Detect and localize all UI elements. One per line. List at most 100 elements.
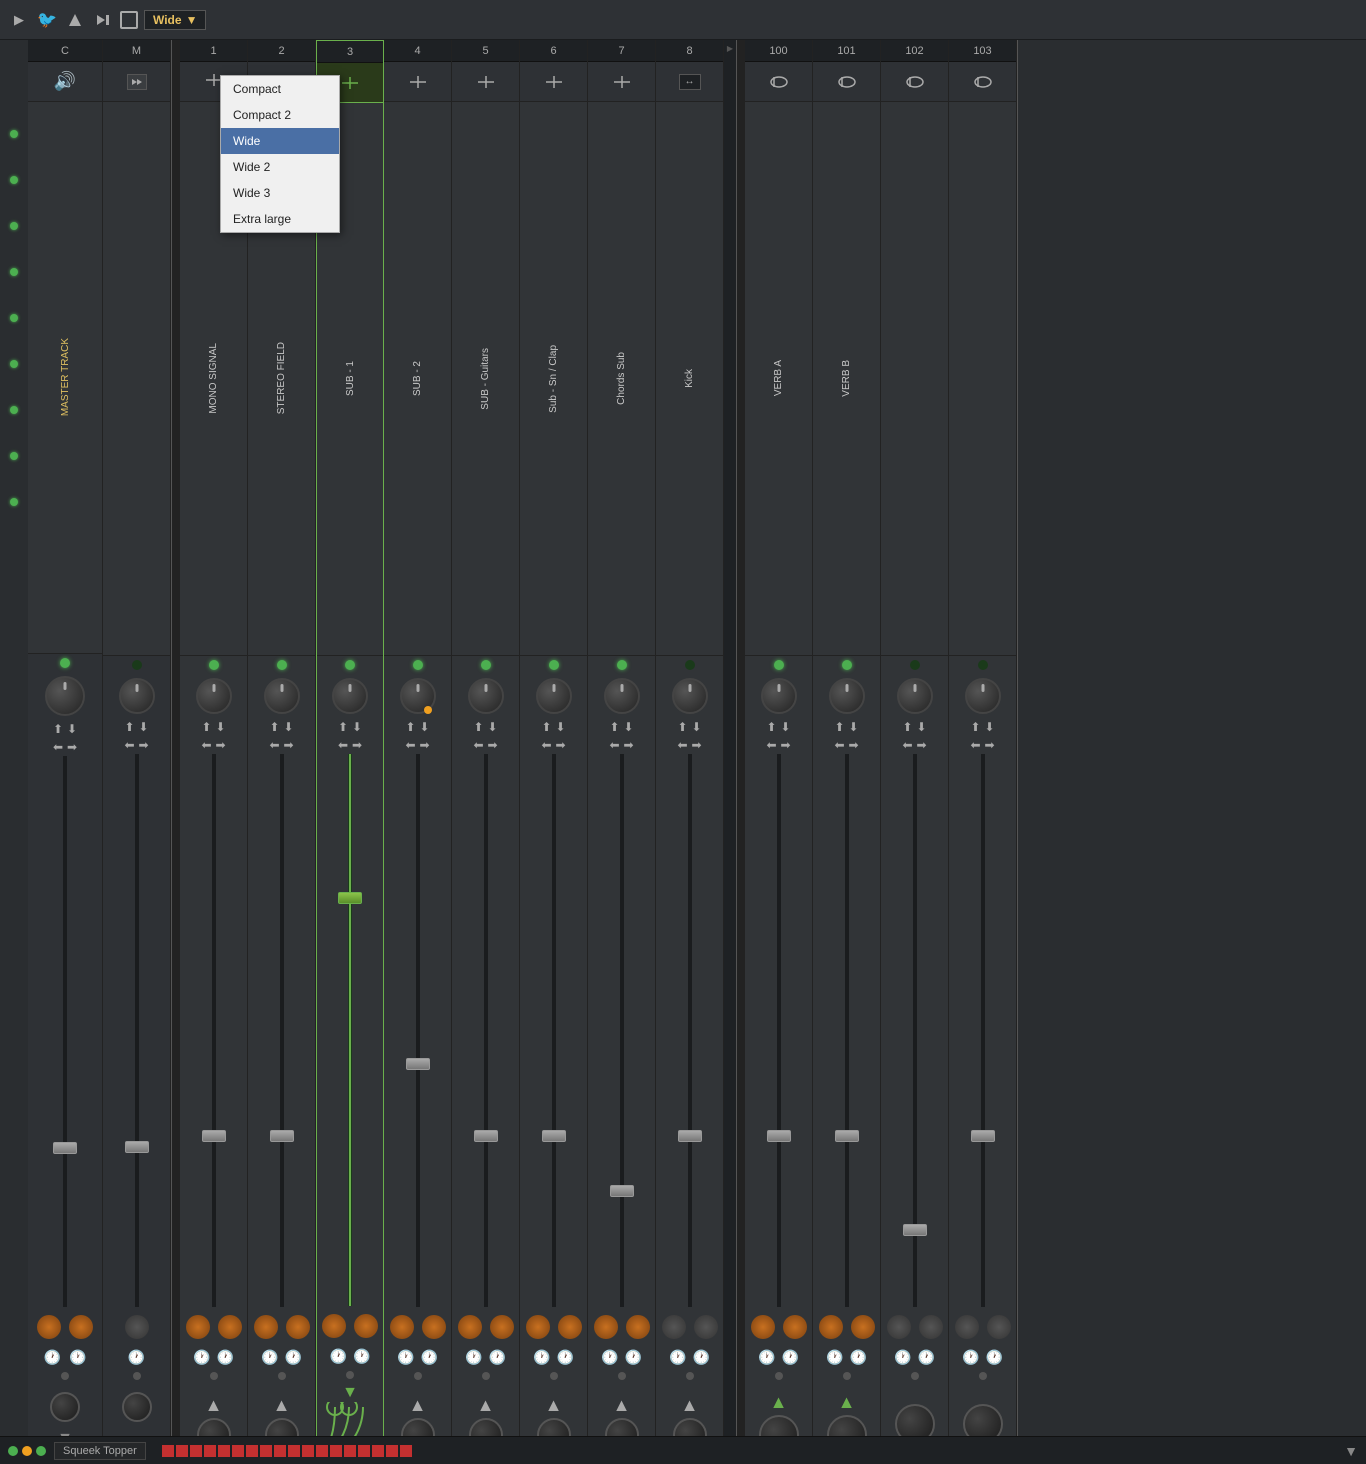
ch6-route-right[interactable]: ➡ xyxy=(556,738,566,752)
ch100-led[interactable] xyxy=(774,660,784,670)
route-left-arrow[interactable]: ⬅ xyxy=(53,740,63,754)
ch2-send-btn-2[interactable] xyxy=(286,1315,310,1339)
ch103-send-btn-1[interactable] xyxy=(955,1315,979,1339)
ch8-fader-handle[interactable] xyxy=(678,1130,702,1142)
ch4-fader-handle[interactable] xyxy=(406,1058,430,1070)
ch102-send-btn-2[interactable] xyxy=(919,1315,943,1339)
m-route-left[interactable]: ⬅ xyxy=(124,738,134,752)
ch2-route-left[interactable]: ⬅ xyxy=(269,738,279,752)
ch7-route-right[interactable]: ➡ xyxy=(624,738,634,752)
master-clock-2[interactable]: 🕐 xyxy=(69,1349,86,1366)
dropdown-item-wide[interactable]: Wide xyxy=(221,128,339,154)
ch6-fader-handle[interactable] xyxy=(542,1130,566,1142)
ch8-send-btn-2[interactable] xyxy=(694,1315,718,1339)
ch7-name-area[interactable]: Chords Sub xyxy=(588,102,655,656)
ch7-send-btn-1[interactable] xyxy=(594,1315,618,1339)
ch101-routing-up[interactable]: ▲ xyxy=(838,1392,856,1413)
ch101-led[interactable] xyxy=(842,660,852,670)
ch103-clock-2[interactable]: 🕐 xyxy=(986,1349,1003,1366)
ch8-route-right[interactable]: ➡ xyxy=(692,738,702,752)
m-route-right[interactable]: ➡ xyxy=(139,738,149,752)
ch100-fader-handle[interactable] xyxy=(767,1130,791,1142)
master-ch-name-area[interactable]: MASTER TRACK xyxy=(28,102,102,654)
ch102-knob[interactable] xyxy=(897,678,933,714)
view-selector[interactable]: Wide ▼ xyxy=(144,10,206,30)
ch7-fader-handle[interactable] xyxy=(610,1185,634,1197)
ch102-fader-area[interactable] xyxy=(881,754,948,1307)
m-fader-handle[interactable] xyxy=(125,1141,149,1153)
m-routing-knob[interactable] xyxy=(122,1392,152,1422)
ch100-clock-1[interactable]: 🕐 xyxy=(758,1349,775,1366)
ch4-route-right[interactable]: ➡ xyxy=(420,738,430,752)
ch6-clock-1[interactable]: 🕐 xyxy=(533,1349,550,1366)
ch6-route-left[interactable]: ⬅ xyxy=(541,738,551,752)
ch101-knob[interactable] xyxy=(829,678,865,714)
m-ch-btn[interactable] xyxy=(127,74,147,90)
ch8-name-area[interactable]: Kick xyxy=(656,102,723,656)
m-clock[interactable]: 🕐 xyxy=(128,1349,145,1366)
ch2-knob[interactable] xyxy=(264,678,300,714)
ch3-pan-down[interactable]: ⬇ xyxy=(352,720,362,734)
ch4-knob[interactable] xyxy=(400,678,436,714)
ch5-pan-down[interactable]: ⬇ xyxy=(488,720,498,734)
ch1-led[interactable] xyxy=(209,660,219,670)
play-button[interactable]: ▶ xyxy=(8,9,30,31)
m-pan-up[interactable]: ⬆ xyxy=(124,720,134,734)
ch3-send-btn-1[interactable] xyxy=(322,1314,346,1338)
ch2-fader-handle[interactable] xyxy=(270,1130,294,1142)
ch5-routing-up[interactable]: ▲ xyxy=(477,1395,495,1416)
ch2-routing-up[interactable]: ▲ xyxy=(273,1395,291,1416)
ch103-fader-handle[interactable] xyxy=(971,1130,995,1142)
route-right-arrow[interactable]: ➡ xyxy=(67,740,77,754)
ch3-fader-area[interactable] xyxy=(317,754,383,1306)
dropdown-item-wide2[interactable]: Wide 2 xyxy=(221,154,339,180)
ch5-route-right[interactable]: ➡ xyxy=(488,738,498,752)
ch3-send-btn-2[interactable] xyxy=(354,1314,378,1338)
ch102-route-left[interactable]: ⬅ xyxy=(902,738,912,752)
ch4-name-area[interactable]: SUB - 2 xyxy=(384,102,451,656)
dropdown-item-compact2[interactable]: Compact 2 xyxy=(221,102,339,128)
ch6-send-btn-2[interactable] xyxy=(558,1315,582,1339)
ch4-led[interactable] xyxy=(413,660,423,670)
ch2-pan-down[interactable]: ⬇ xyxy=(284,720,294,734)
ch1-pan-down[interactable]: ⬇ xyxy=(216,720,226,734)
ch103-pan-down[interactable]: ⬇ xyxy=(985,720,995,734)
ch6-led[interactable] xyxy=(549,660,559,670)
ch8-clock-2[interactable]: 🕐 xyxy=(693,1349,710,1366)
ch6-knob[interactable] xyxy=(536,678,572,714)
ch4-pan-up[interactable]: ⬆ xyxy=(405,720,415,734)
ch1-fader-handle[interactable] xyxy=(202,1130,226,1142)
ch1-clock-2[interactable]: 🕐 xyxy=(217,1349,234,1366)
ch103-name-area[interactable] xyxy=(949,102,1016,656)
ch100-fader-area[interactable] xyxy=(745,754,812,1307)
ch1-route-left[interactable]: ⬅ xyxy=(201,738,211,752)
ch8-pan-down[interactable]: ⬇ xyxy=(692,720,702,734)
ch1-send-btn-2[interactable] xyxy=(218,1315,242,1339)
record-button[interactable] xyxy=(120,11,138,29)
ch103-fader-area[interactable] xyxy=(949,754,1016,1307)
ch3-route-left[interactable]: ⬅ xyxy=(338,738,348,752)
ch6-pan-down[interactable]: ⬇ xyxy=(556,720,566,734)
ch102-clock-1[interactable]: 🕐 xyxy=(894,1349,911,1366)
ch103-clock-1[interactable]: 🕐 xyxy=(962,1349,979,1366)
master-led[interactable] xyxy=(60,658,70,668)
ch100-routing-up[interactable]: ▲ xyxy=(770,1392,788,1413)
ch5-clock-2[interactable]: 🕐 xyxy=(489,1349,506,1366)
ch100-pan-down[interactable]: ⬇ xyxy=(781,720,791,734)
bird-button[interactable]: 🐦 xyxy=(36,9,58,31)
ch4-clock-1[interactable]: 🕐 xyxy=(397,1349,414,1366)
ch5-send-btn-2[interactable] xyxy=(490,1315,514,1339)
ch7-fader-area[interactable] xyxy=(588,754,655,1307)
dropdown-item-extralarge[interactable]: Extra large xyxy=(221,206,339,232)
ch6-routing-up[interactable]: ▲ xyxy=(545,1395,563,1416)
ch5-send-btn-1[interactable] xyxy=(458,1315,482,1339)
ch100-name-area[interactable]: VERB A xyxy=(745,102,812,656)
ch100-route-right[interactable]: ➡ xyxy=(781,738,791,752)
ch3-clock-2[interactable]: 🕐 xyxy=(353,1348,370,1365)
ch8-knob[interactable] xyxy=(672,678,708,714)
ch5-fader-area[interactable] xyxy=(452,754,519,1307)
ch3-fader-handle[interactable] xyxy=(338,892,362,904)
ch101-fader-area[interactable] xyxy=(813,754,880,1307)
ch5-led[interactable] xyxy=(481,660,491,670)
ch100-pan-up[interactable]: ⬆ xyxy=(766,720,776,734)
